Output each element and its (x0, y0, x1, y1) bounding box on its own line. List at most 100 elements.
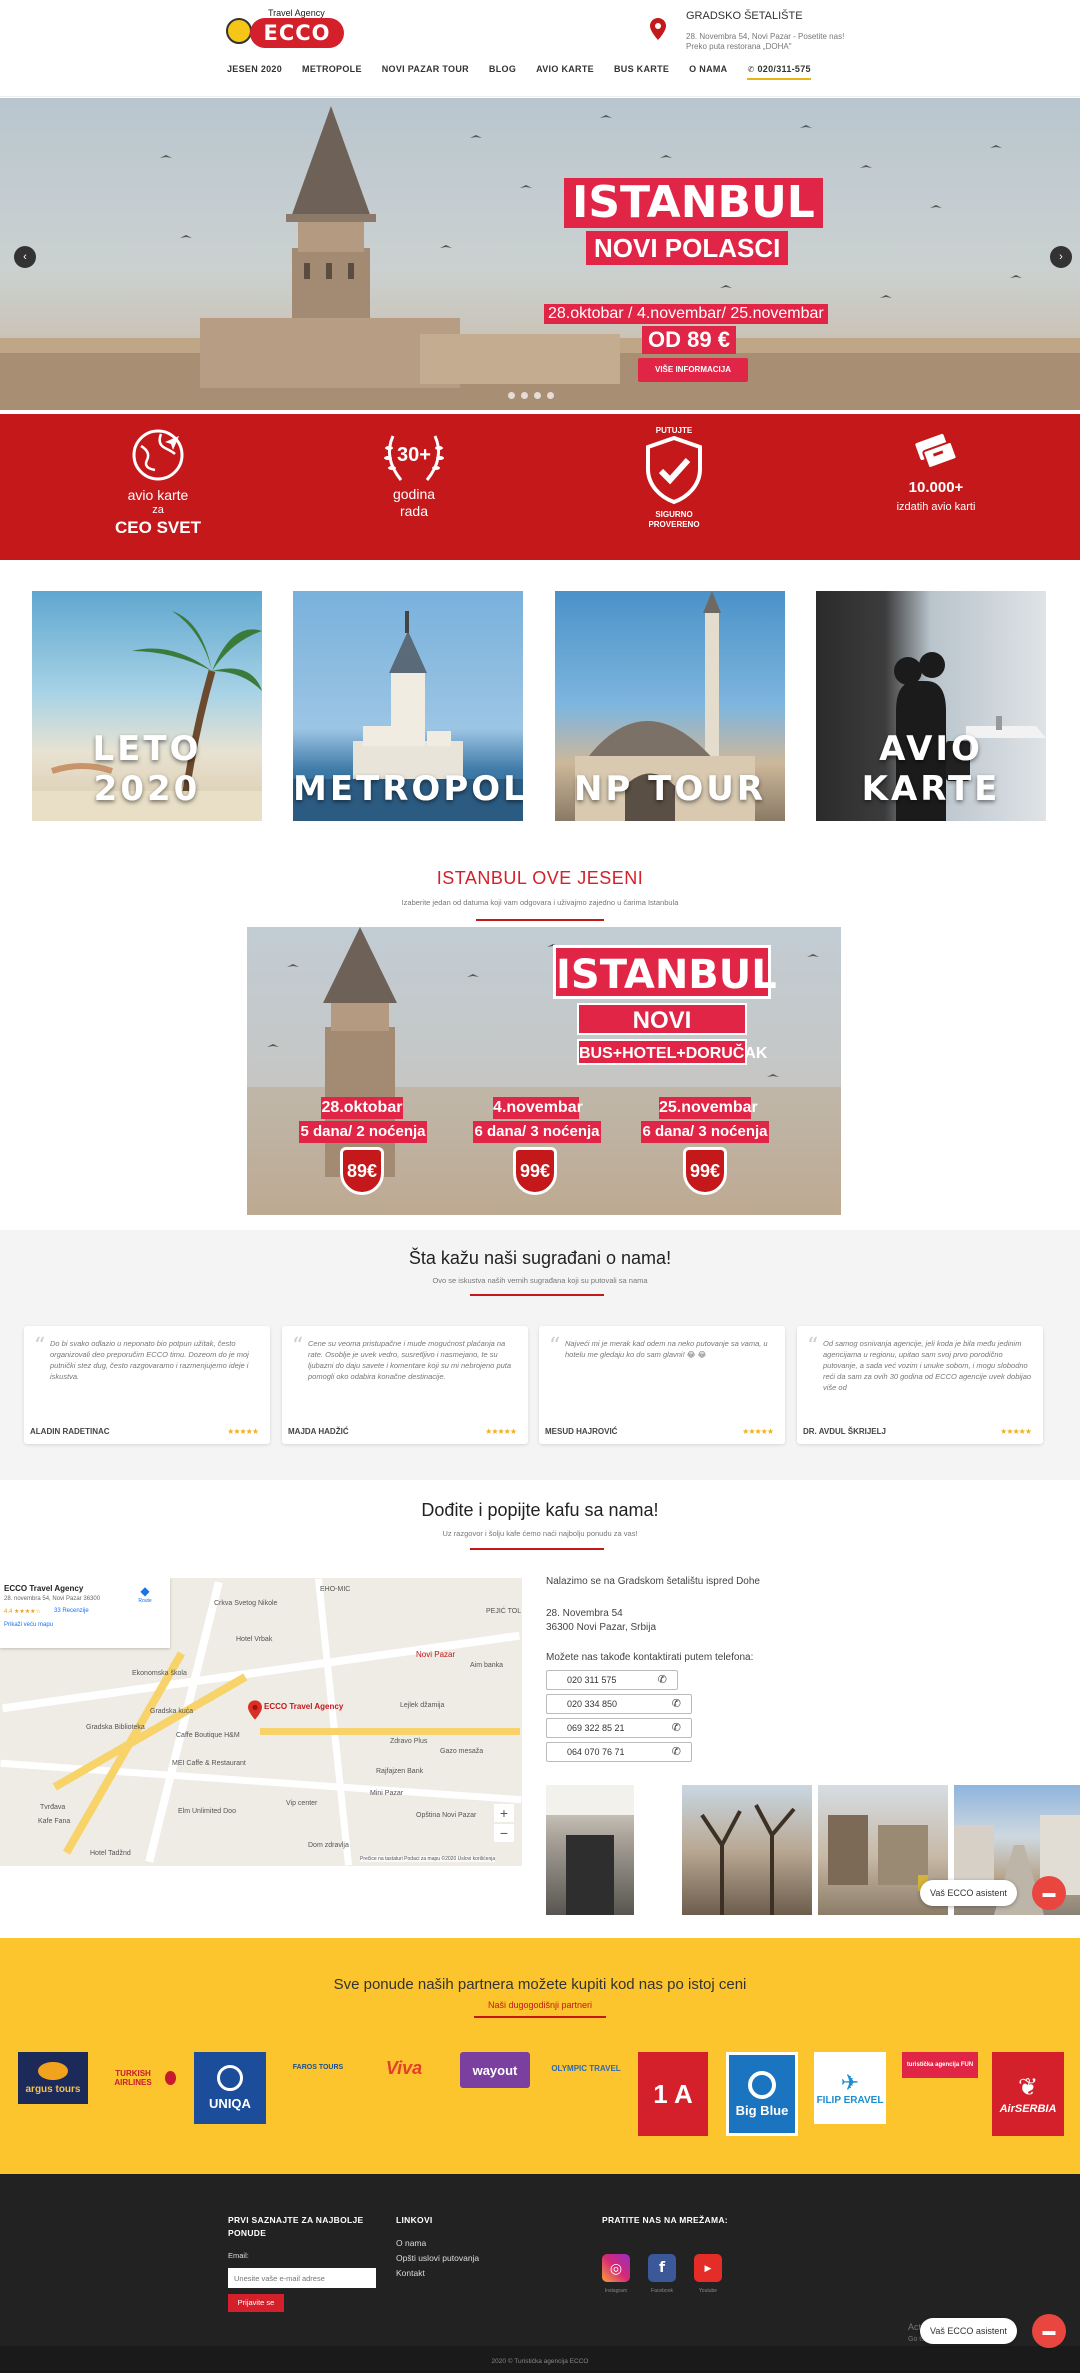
partner-faros-tours[interactable]: FAROS TOURS (278, 2052, 358, 2082)
slider-dot[interactable] (547, 392, 554, 399)
nav-phone[interactable]: ✆ 020/311-575 (747, 64, 811, 80)
instagram-label: Instagram (604, 2288, 628, 2294)
category-np-tour[interactable]: NP TOUR (555, 591, 785, 821)
partner-name: wayout (472, 2062, 518, 2078)
slider-dot[interactable] (534, 392, 541, 399)
category-avio-karte[interactable]: AVIO KARTE (816, 591, 1046, 821)
partner-fun[interactable]: turistička agencija FUN (902, 2052, 978, 2078)
contact-title: Dođite i popijte kafu sa nama! (421, 1500, 659, 1520)
footer-link-uslovi[interactable]: Opšti uslovi putovanja (396, 2251, 479, 2266)
category-label: METROPOLE (293, 769, 523, 809)
offer1-duration: 5 dana/ 2 noćenja (299, 1121, 427, 1143)
partner-logo-icon (217, 2065, 243, 2091)
instagram-icon[interactable]: ◎ (602, 2254, 630, 2282)
testimonial-author: MAJDA HADŽIĆ (288, 1427, 349, 1436)
phone-icon: ✆ (671, 1722, 681, 1734)
map-road (314, 1578, 353, 1866)
promo-includes: BUS+HOTEL+DORUČAK (577, 1039, 767, 1065)
map-zoom-in-button[interactable]: + (494, 1804, 514, 1822)
map-poi: Hotel Tadžnd (90, 1850, 131, 1857)
category-leto-2020[interactable]: LETO 2020 (32, 591, 262, 821)
nav-blog[interactable]: BLOG (489, 64, 516, 80)
phone-number-box[interactable]: 020 334 850 ✆ (546, 1694, 692, 1714)
location-title: GRADSKO ŠETALIŠTE (686, 10, 803, 22)
office-photo[interactable] (546, 1785, 634, 1915)
rating-stars-icon: ★★★★★ (1000, 1427, 1032, 1436)
slider-dot[interactable] (508, 392, 515, 399)
slider-dots (508, 392, 554, 399)
testimonials-title: Šta kažu naši sugrađani o nama! (408, 1248, 672, 1268)
footer-link-o-nama[interactable]: O nama (396, 2236, 426, 2251)
phone-number-box[interactable]: 069 322 85 21 ✆ (546, 1718, 692, 1738)
map-rating: 4.4 ★★★★☆ (4, 1609, 41, 1615)
nav-avio-karte[interactable]: AVIO KARTE (536, 64, 594, 80)
contact-address-city: 36300 Novi Pazar, Srbija (546, 1622, 657, 1633)
footer-link-kontakt[interactable]: Kontakt (396, 2266, 425, 2281)
hero-dates: 28.oktobar / 4.novembar/ 25.novembar (544, 304, 828, 324)
nav-o-nama[interactable]: O NAMA (689, 64, 727, 80)
map-directions-button[interactable]: ◆ Route (130, 1584, 160, 1604)
partner-name: Viva (385, 2057, 423, 2078)
partner-argus-tours[interactable]: argus tours (18, 2052, 88, 2104)
map-zoom-out-button[interactable]: − (494, 1824, 514, 1842)
partner-wayout[interactable]: wayout (460, 2052, 530, 2088)
nav-phone-number: 020/311-575 (757, 64, 811, 74)
phone-number-box[interactable]: 064 070 76 71 ✆ (546, 1742, 692, 1762)
partner-name: TURKISH AIRLINES (114, 2069, 152, 2087)
slider-dot[interactable] (521, 392, 528, 399)
map-larger-link[interactable]: Prikaži veću mapu (4, 1622, 53, 1628)
chat-bubble-icon[interactable]: ▬ (1032, 2314, 1066, 2348)
partner-1a[interactable]: 1 A (638, 2052, 708, 2136)
partner-filip-travel[interactable]: ✈ FILIP ERAVEL (814, 2052, 886, 2124)
stat-avio-karti: 10.000+ izdatih avio karti (876, 428, 996, 516)
partner-viva[interactable]: Viva (372, 2052, 436, 2084)
phone-icon: ✆ (671, 1746, 681, 1758)
map-poi: MEI Caffe & Restaurant (172, 1760, 246, 1767)
nav-jesen-2020[interactable]: JESEN 2020 (227, 64, 282, 80)
partners-title: Sve ponude naših partnera možete kupiti … (333, 1976, 747, 1993)
facebook-icon[interactable]: f (648, 2254, 676, 2282)
chat-assistant-label[interactable]: Vaš ECCO asistent (920, 1880, 1017, 1906)
offer1-date: 28.oktobar (321, 1097, 403, 1119)
offer3-price: 99€ (683, 1147, 727, 1195)
map-pin-icon[interactable] (248, 1700, 262, 1720)
map-poi: Mini Pazar (370, 1790, 404, 1797)
quote-icon: “ (34, 1334, 46, 1359)
site-footer (0, 2174, 1080, 2373)
slider-prev-button[interactable]: ‹ (14, 246, 36, 268)
newsletter-subscribe-button[interactable]: Prijavite se (228, 2294, 284, 2312)
map-poi: Novi Pazar (416, 1650, 456, 1659)
partner-air-serbia[interactable]: ❦ AirSERBIA (992, 2052, 1064, 2136)
map-poi: Kafe Fana (38, 1818, 71, 1825)
chat-bubble-icon[interactable]: ▬ (1032, 1876, 1066, 1910)
partner-name: turistička agencija FUN (906, 2062, 974, 2068)
newsletter-email-input[interactable] (228, 2268, 376, 2288)
map-poi: PEJIĆ TOL (486, 1608, 522, 1615)
partner-logo-icon: ✈ (840, 2069, 860, 2095)
google-map[interactable]: Crkva Svetog Nikole Hotel Vrbak EHO-MIC … (0, 1578, 522, 1866)
ecco-logo[interactable]: Travel Agency ECCO (222, 8, 344, 48)
promo-title: ISTANBUL (553, 945, 777, 999)
hero-more-info-button[interactable]: VIŠE INFORMACIJA (638, 358, 748, 382)
category-metropole[interactable]: METROPOLE (293, 591, 523, 821)
office-photo[interactable] (682, 1785, 812, 1915)
nav-bus-karte[interactable]: BUS KARTE (614, 64, 669, 80)
phone-number-box[interactable]: 020 311 575 ✆ (546, 1670, 678, 1690)
partner-turkish-airlines[interactable]: TURKISH AIRLINES (104, 2052, 176, 2104)
map-poi: Ekonomska škola (132, 1670, 187, 1677)
map-reviews-link[interactable]: 33 Recenzije (54, 1608, 89, 1614)
partner-uniqa[interactable]: UNIQA (194, 2052, 266, 2124)
map-main-road (260, 1728, 520, 1735)
stat-godina-rada: 30+ godina rada (354, 428, 474, 520)
istanbul-promo-banner[interactable]: ISTANBUL NOVI POLASCI BUS+HOTEL+DORUČAK … (247, 927, 841, 1215)
youtube-icon[interactable]: ▶ (694, 2254, 722, 2282)
testimonial-author: MESUD HAJROVIĆ (545, 1427, 618, 1436)
nav-metropole[interactable]: METROPOLE (302, 64, 362, 80)
partner-olympic-travel[interactable]: OLYMPIC TRAVEL (546, 2052, 626, 2084)
partner-big-blue[interactable]: Big Blue (726, 2052, 798, 2136)
slider-next-button[interactable]: › (1050, 246, 1072, 268)
site-header: Travel Agency ECCO GRADSKO ŠETALIŠTE 28.… (0, 0, 1080, 97)
phone-icon: ✆ (657, 1674, 667, 1686)
chat-assistant-label-footer[interactable]: Vaš ECCO asistent (920, 2318, 1017, 2344)
nav-novi-pazar-tour[interactable]: NOVI PAZAR TOUR (382, 64, 469, 80)
